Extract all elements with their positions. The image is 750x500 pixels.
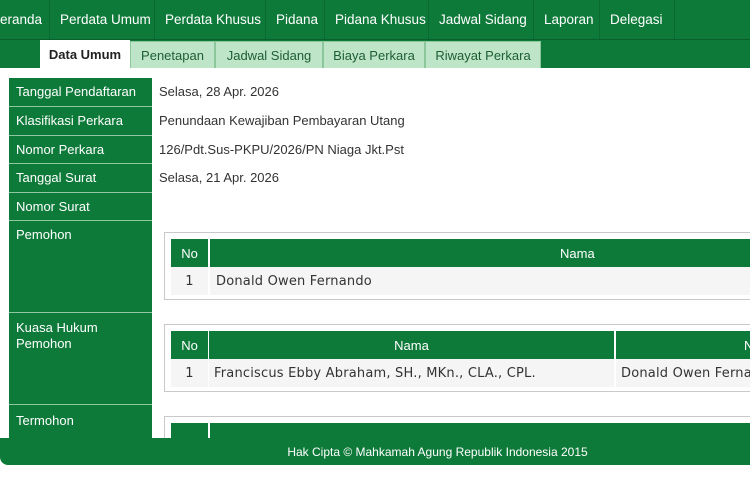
tab-penetapan[interactable]: Penetapan	[130, 41, 215, 68]
nav-item-pidana[interactable]: Pidana	[266, 0, 325, 39]
pemohon-header-no: No	[171, 239, 208, 267]
label-pemohon: Pemohon	[9, 221, 152, 313]
footer: Hak Cipta © Mahkamah Agung Republik Indo…	[0, 438, 750, 465]
termohon-header-nama: Nama	[210, 423, 750, 438]
termohon-header-no: No	[171, 423, 208, 438]
nav-item-delegasi[interactable]: Delegasi	[600, 0, 675, 39]
tab-data-umum[interactable]: Data Umum	[40, 40, 130, 68]
kuasa-row-no: 1	[171, 359, 208, 387]
footer-copyright: Hak Cipta © Mahkamah Agung Republik Indo…	[287, 444, 588, 459]
label-tanggal-surat: Tanggal Surat	[9, 164, 152, 193]
value-tanggal-pendaftaran: Selasa, 28 Apr. 2026	[159, 84, 279, 99]
page-bottom	[0, 465, 750, 500]
label-tanggal-pendaftaran: Tanggal Pendaftaran	[9, 78, 152, 107]
top-navigation: eranda Perdata Umum Perdata Khusus Pidan…	[0, 0, 750, 40]
tab-bar: Data Umum Penetapan Jadwal Sidang Biaya …	[0, 40, 750, 68]
pemohon-row-nama: Donald Owen Fernando	[210, 267, 750, 295]
kuasa-header-no: No	[171, 331, 208, 359]
tab-biaya-perkara[interactable]: Biaya Perkara	[323, 41, 425, 68]
label-nomor-perkara: Nomor Perkara	[9, 136, 152, 164]
nav-item-pidana-khusus[interactable]: Pidana Khusus	[325, 0, 429, 39]
value-tanggal-surat: Selasa, 21 Apr. 2026	[159, 170, 279, 185]
termohon-table: No Nama	[164, 416, 750, 438]
kuasa-hukum-table: No Nama N 1 Franciscus Ebby Abraham, SH.…	[164, 324, 750, 392]
tab-riwayat-perkara[interactable]: Riwayat Perkara	[425, 41, 541, 68]
kuasa-row-pemohon: Donald Owen Fernar	[616, 359, 750, 387]
nav-item-perdata-khusus[interactable]: Perdata Khusus	[155, 0, 266, 39]
value-nomor-perkara: 126/Pdt.Sus-PKPU/2026/PN Niaga Jkt.Pst	[159, 142, 404, 157]
label-kuasa-hukum-pemohon: Kuasa Hukum Pemohon	[9, 313, 152, 405]
nav-item-perdata-umum[interactable]: Perdata Umum	[50, 0, 155, 39]
tab-jadwal-sidang[interactable]: Jadwal Sidang	[215, 41, 323, 68]
nav-item-laporan[interactable]: Laporan	[534, 0, 600, 39]
pemohon-table: No Nama 1 Donald Owen Fernando	[164, 232, 750, 300]
pemohon-header-nama: Nama	[210, 239, 750, 267]
kuasa-row-nama: Franciscus Ebby Abraham, SH., MKn., CLA.…	[209, 359, 614, 387]
value-klasifikasi-perkara: Penundaan Kewajiban Pembayaran Utang	[159, 113, 405, 128]
pemohon-row-no: 1	[171, 267, 208, 295]
label-klasifikasi-perkara: Klasifikasi Perkara	[9, 107, 152, 136]
label-nomor-surat: Nomor Surat	[9, 193, 152, 221]
nav-item-jadwal-sidang[interactable]: Jadwal Sidang	[429, 0, 534, 39]
label-termohon: Termohon	[9, 405, 152, 438]
case-detail-content: Tanggal Pendaftaran Klasifikasi Perkara …	[0, 68, 750, 438]
nav-item-beranda[interactable]: eranda	[0, 0, 50, 39]
kuasa-header-nama: Nama	[209, 331, 614, 359]
kuasa-header-pemohon: N	[616, 331, 750, 359]
